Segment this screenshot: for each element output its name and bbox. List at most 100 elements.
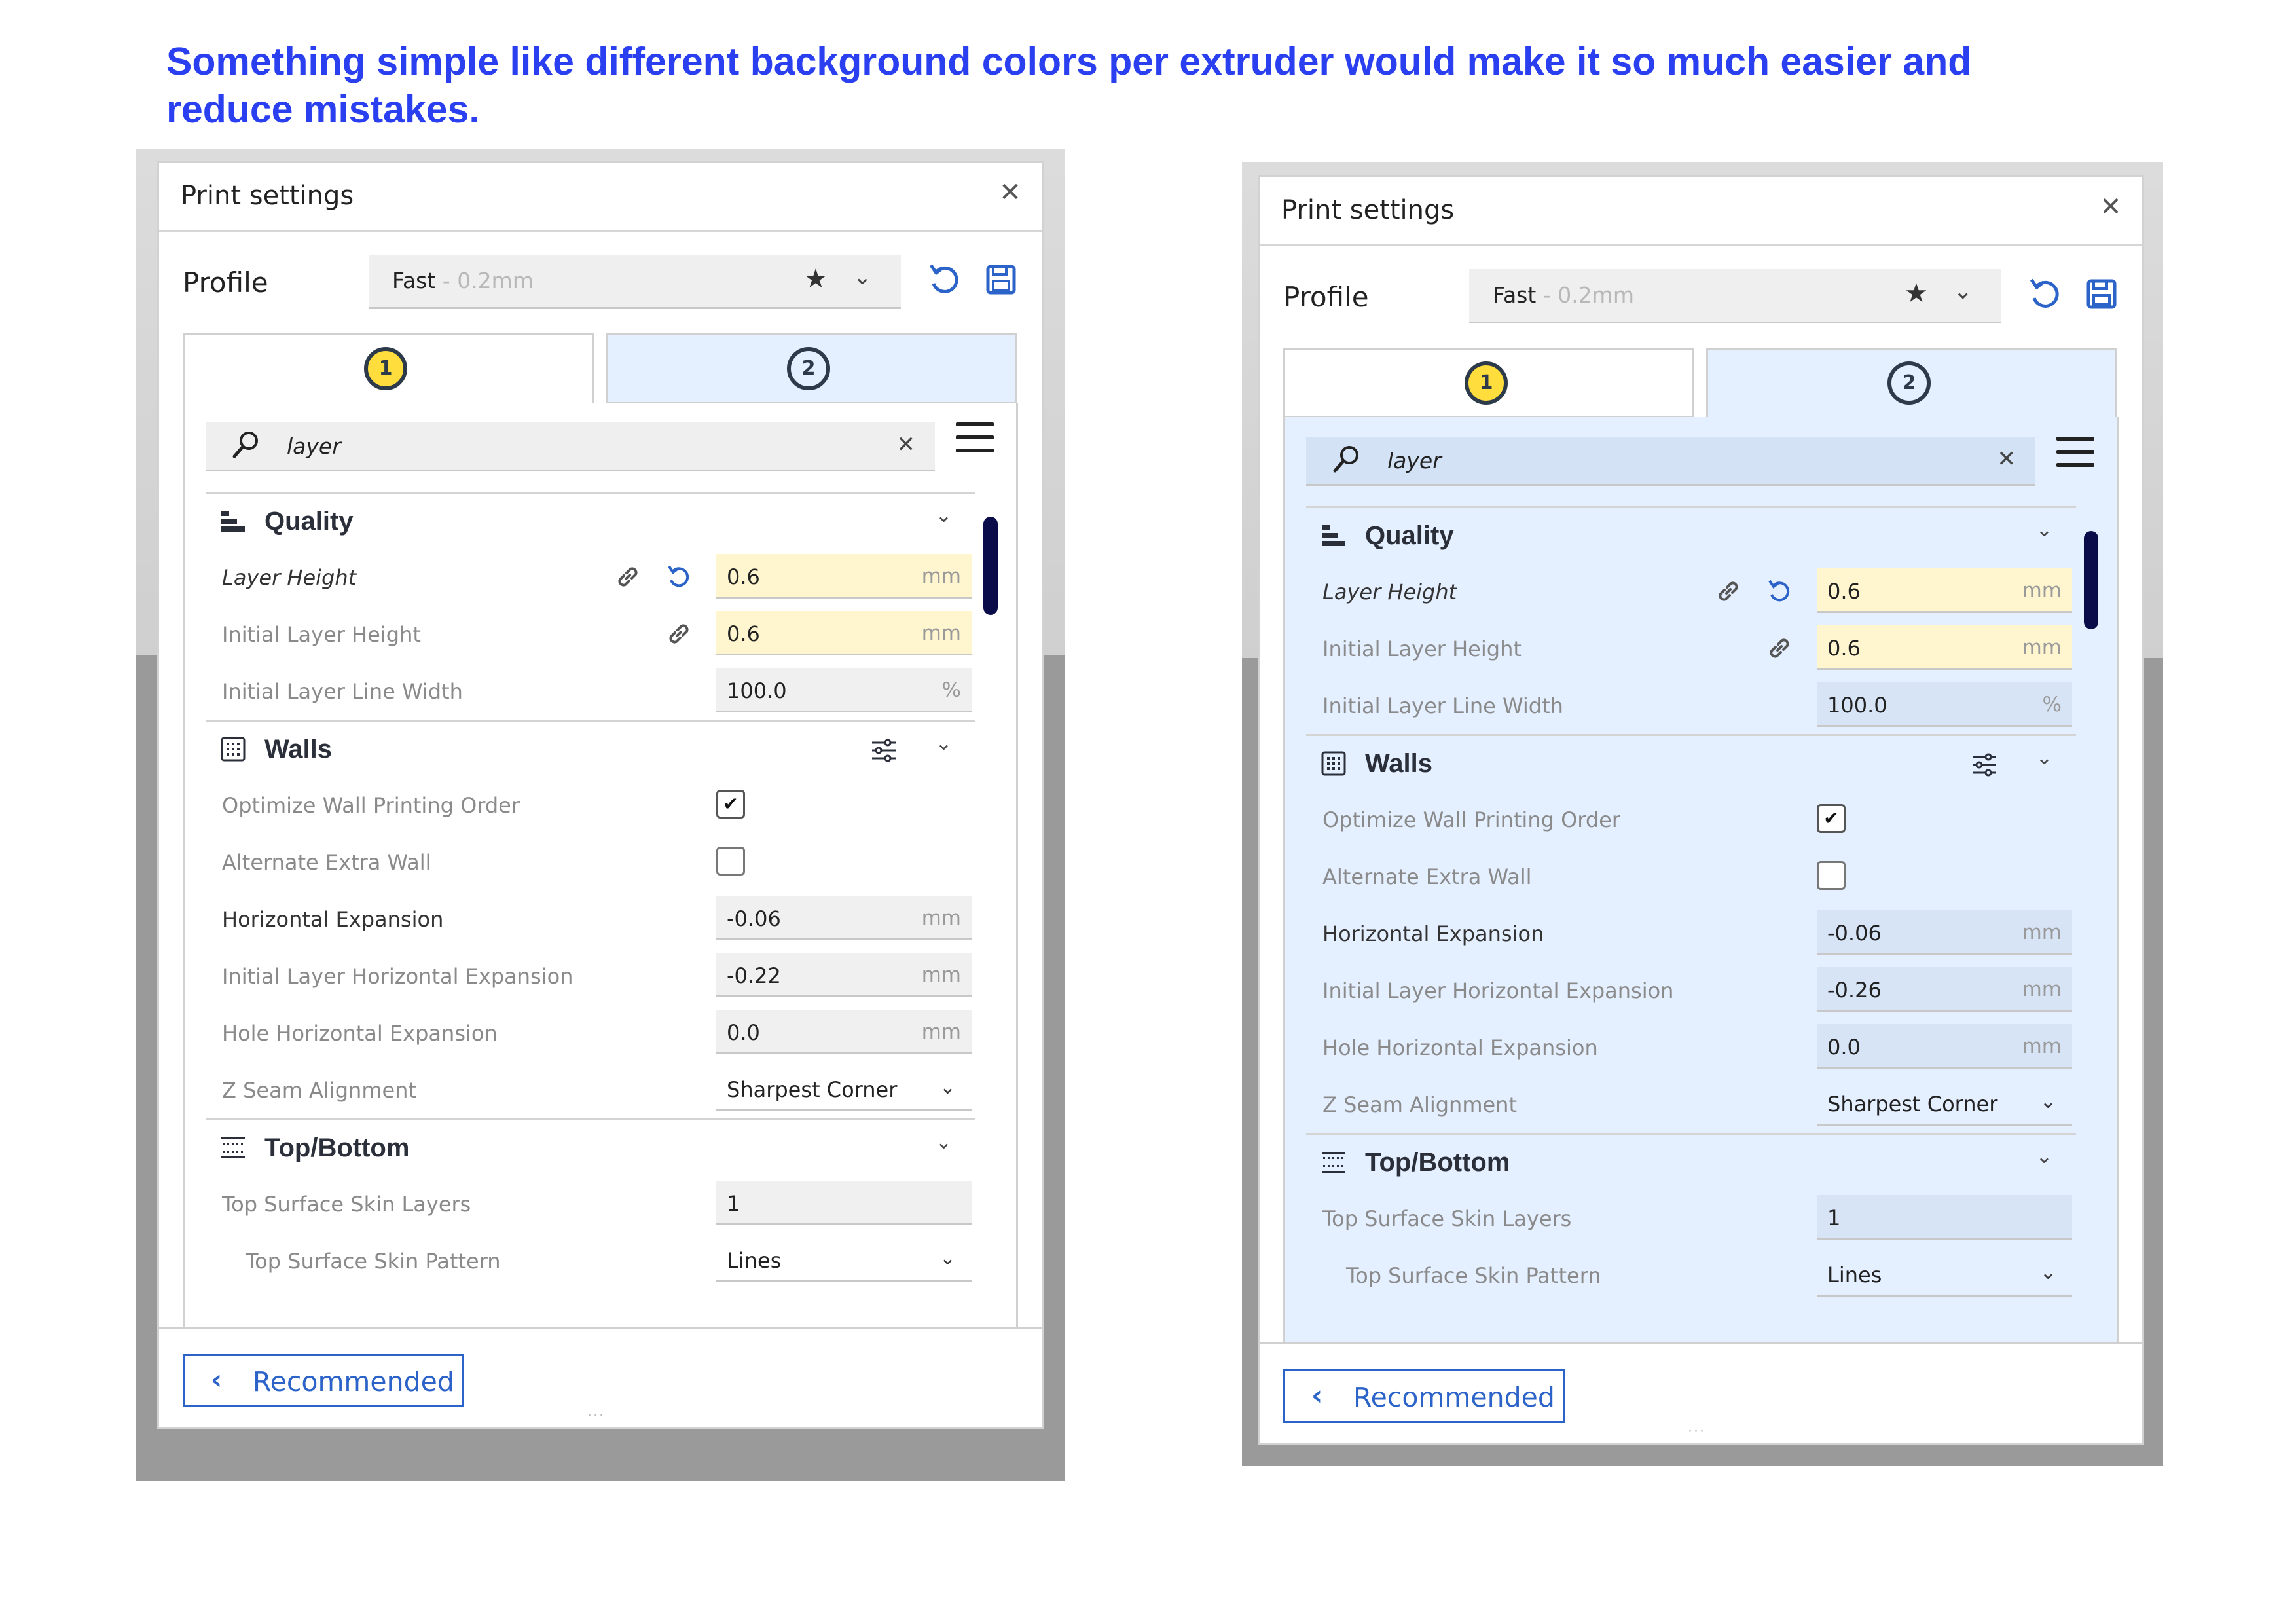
settings-content: layer ✕ Quality ⌄ Layer Height 0.6 mm In… bbox=[183, 403, 1018, 1329]
category-top-bottom[interactable]: Top/Bottom ⌄ bbox=[206, 1118, 975, 1175]
category-walls[interactable]: Walls ⌄ bbox=[1306, 734, 2076, 791]
tab-extruder-2[interactable]: 2 bbox=[1706, 348, 2117, 418]
reset-icon[interactable] bbox=[923, 259, 965, 301]
horizontal-expansion-field[interactable]: -0.06 mm bbox=[716, 896, 972, 940]
category-title: Quality bbox=[1365, 521, 1454, 550]
recommended-label: Recommended bbox=[253, 1366, 454, 1397]
chevron-left-icon: ‹ bbox=[1311, 1379, 1323, 1411]
alternate-extra-wall-checkbox[interactable] bbox=[1817, 861, 1846, 890]
walls-icon bbox=[1321, 751, 1346, 776]
optimize-wall-order-checkbox[interactable]: ✔ bbox=[716, 790, 745, 819]
chevron-down-icon[interactable]: ⌄ bbox=[2036, 747, 2052, 769]
field-value: 1 bbox=[727, 1191, 740, 1216]
setting-initial-layer-height: Initial Layer Height 0.6 mm bbox=[206, 606, 975, 663]
field-unit: mm bbox=[921, 963, 961, 987]
chevron-down-icon[interactable]: ⌄ bbox=[1954, 278, 1973, 304]
setting-label: Z Seam Alignment bbox=[222, 1078, 416, 1103]
chevron-down-icon[interactable]: ⌄ bbox=[936, 1131, 952, 1154]
adjust-settings-icon[interactable] bbox=[1970, 750, 1999, 779]
scrollbar[interactable] bbox=[983, 517, 998, 615]
search-input[interactable]: layer ✕ bbox=[206, 422, 935, 471]
settings-menu-icon[interactable] bbox=[2056, 433, 2096, 472]
chevron-down-icon[interactable]: ⌄ bbox=[853, 264, 872, 290]
scrollbar[interactable] bbox=[2084, 531, 2098, 629]
clear-search-icon[interactable]: ✕ bbox=[897, 432, 916, 458]
layer-height-field[interactable]: 0.6 mm bbox=[1817, 568, 2072, 613]
setting-top-surface-skin-pattern: Top Surface Skin Pattern Lines ⌄ bbox=[1306, 1247, 2076, 1304]
profile-select[interactable]: Fast - 0.2mm ★ ⌄ bbox=[1469, 269, 2001, 323]
reset-icon[interactable] bbox=[1764, 576, 1795, 606]
search-input[interactable]: layer ✕ bbox=[1306, 437, 2035, 486]
link-icon[interactable] bbox=[613, 562, 643, 592]
top-surface-skin-layers-field[interactable]: 1 bbox=[716, 1181, 972, 1225]
field-value: -0.06 bbox=[1827, 921, 1882, 946]
tab-extruder-2[interactable]: 2 bbox=[606, 333, 1017, 404]
panel-footer: ‹ Recommended ··· bbox=[159, 1327, 1042, 1427]
setting-label: Top Surface Skin Layers bbox=[222, 1192, 471, 1217]
initial-layer-line-width-field[interactable]: 100.0 % bbox=[716, 668, 972, 712]
z-seam-alignment-select[interactable]: Sharpest Corner ⌄ bbox=[716, 1067, 972, 1111]
optimize-wall-order-checkbox[interactable]: ✔ bbox=[1817, 804, 1846, 833]
chevron-down-icon[interactable]: ⌄ bbox=[2036, 1145, 2052, 1168]
close-icon[interactable]: ✕ bbox=[2095, 192, 2126, 222]
select-value: Lines bbox=[727, 1248, 782, 1273]
category-top-bottom[interactable]: Top/Bottom ⌄ bbox=[1306, 1133, 2076, 1190]
category-quality[interactable]: Quality ⌄ bbox=[1306, 506, 2076, 563]
field-unit: mm bbox=[921, 1020, 961, 1044]
setting-label: Optimize Wall Printing Order bbox=[222, 793, 520, 818]
close-icon[interactable]: ✕ bbox=[994, 177, 1026, 208]
horizontal-expansion-field[interactable]: -0.06 mm bbox=[1817, 910, 2072, 955]
chevron-down-icon[interactable]: ⌄ bbox=[936, 732, 952, 755]
hole-horizontal-expansion-field[interactable]: 0.0 mm bbox=[1817, 1024, 2072, 1069]
link-icon[interactable] bbox=[664, 619, 694, 649]
clear-search-icon[interactable]: ✕ bbox=[1997, 446, 2016, 472]
panel-footer: ‹ Recommended ··· bbox=[1260, 1342, 2142, 1443]
settings-menu-icon[interactable] bbox=[956, 418, 995, 458]
quality-icon bbox=[221, 511, 245, 532]
profile-row: Profile Fast - 0.2mm ★ ⌄ bbox=[1260, 269, 2142, 328]
save-icon[interactable] bbox=[980, 259, 1022, 301]
viewport-background-left: Print settings ✕ Profile Fast - 0.2mm ★ … bbox=[136, 149, 1065, 1481]
initial-layer-line-width-field[interactable]: 100.0 % bbox=[1817, 682, 2072, 727]
category-quality[interactable]: Quality ⌄ bbox=[206, 492, 975, 549]
alternate-extra-wall-checkbox[interactable] bbox=[716, 847, 745, 876]
category-walls[interactable]: Walls ⌄ bbox=[206, 720, 975, 777]
resize-grip-icon[interactable]: ··· bbox=[1688, 1424, 1705, 1440]
star-icon[interactable]: ★ bbox=[804, 264, 828, 294]
save-icon[interactable] bbox=[2081, 273, 2123, 315]
initial-layer-horizontal-expansion-field[interactable]: -0.22 mm bbox=[716, 953, 972, 997]
tab-extruder-1[interactable]: 1 bbox=[1283, 348, 1694, 418]
profile-select[interactable]: Fast - 0.2mm ★ ⌄ bbox=[369, 255, 901, 309]
reset-icon[interactable] bbox=[2024, 273, 2066, 315]
z-seam-alignment-select[interactable]: Sharpest Corner ⌄ bbox=[1817, 1081, 2072, 1126]
top-surface-skin-pattern-select[interactable]: Lines ⌄ bbox=[716, 1238, 972, 1282]
chevron-down-icon: ⌄ bbox=[2039, 1090, 2056, 1113]
setting-hole-horizontal-expansion: Hole Horizontal Expansion 0.0 mm bbox=[1306, 1019, 2076, 1076]
initial-layer-height-field[interactable]: 0.6 mm bbox=[1817, 625, 2072, 670]
resize-grip-icon[interactable]: ··· bbox=[587, 1408, 605, 1424]
search-icon bbox=[232, 432, 258, 458]
link-icon[interactable] bbox=[1713, 576, 1743, 606]
recommended-button[interactable]: ‹ Recommended bbox=[1283, 1369, 1565, 1423]
setting-initial-layer-horizontal-expansion: Initial Layer Horizontal Expansion -0.22… bbox=[206, 948, 975, 1005]
panel-header: Print settings ✕ bbox=[159, 163, 1042, 232]
chevron-down-icon[interactable]: ⌄ bbox=[2036, 519, 2052, 542]
adjust-settings-icon[interactable] bbox=[869, 736, 898, 765]
field-value: 0.0 bbox=[727, 1020, 760, 1045]
top-surface-skin-pattern-select[interactable]: Lines ⌄ bbox=[1817, 1252, 2072, 1297]
panel-title: Print settings bbox=[181, 181, 354, 211]
link-icon[interactable] bbox=[1764, 633, 1795, 663]
reset-icon[interactable] bbox=[664, 562, 694, 592]
layer-height-field[interactable]: 0.6 mm bbox=[716, 554, 972, 599]
setting-optimize-wall-printing-order: Optimize Wall Printing Order ✔ bbox=[206, 777, 975, 834]
field-value: -0.26 bbox=[1827, 978, 1882, 1003]
caption-text: Something simple like different backgrou… bbox=[166, 40, 1972, 131]
hole-horizontal-expansion-field[interactable]: 0.0 mm bbox=[716, 1010, 972, 1054]
tab-extruder-1[interactable]: 1 bbox=[183, 333, 594, 404]
chevron-down-icon[interactable]: ⌄ bbox=[936, 504, 952, 527]
initial-layer-height-field[interactable]: 0.6 mm bbox=[716, 611, 972, 655]
recommended-button[interactable]: ‹ Recommended bbox=[183, 1354, 464, 1407]
star-icon[interactable]: ★ bbox=[1904, 278, 1928, 308]
initial-layer-horizontal-expansion-field[interactable]: -0.26 mm bbox=[1817, 967, 2072, 1012]
top-surface-skin-layers-field[interactable]: 1 bbox=[1817, 1195, 2072, 1240]
